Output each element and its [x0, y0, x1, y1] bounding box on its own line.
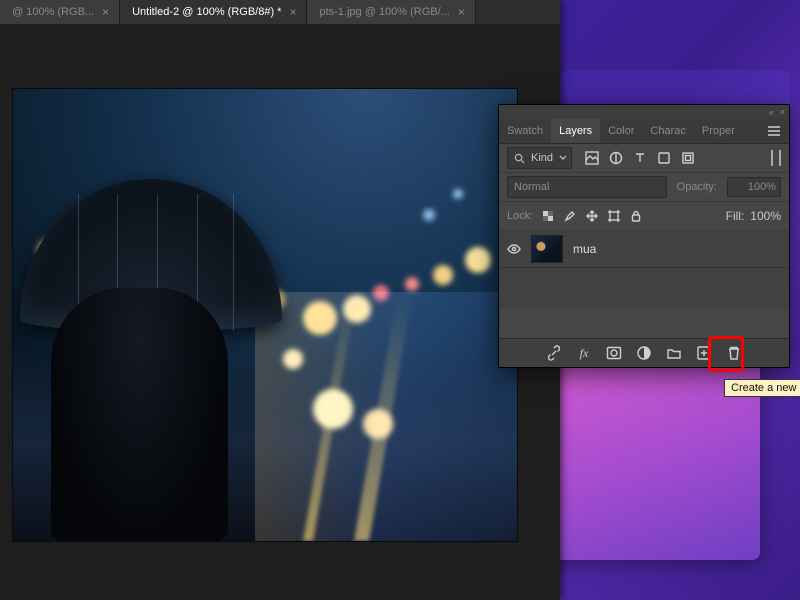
tab-label: Charac: [650, 125, 685, 137]
photo-bokeh: [283, 349, 303, 369]
screenshot-root: @ 100% (RGB... × Untitled-2 @ 100% (RGB/…: [0, 0, 800, 600]
layers-panel[interactable]: « × Swatch Layers Color Charac Proper Ki…: [498, 104, 790, 368]
layer-name[interactable]: mua: [573, 242, 596, 256]
umbrella-rib: [233, 194, 234, 331]
photo-bokeh: [363, 409, 393, 439]
lock-brush-icon[interactable]: [563, 209, 577, 223]
panel-tabs: Swatch Layers Color Charac Proper: [499, 119, 789, 144]
adjustment-layer-icon[interactable]: [635, 344, 653, 362]
photo-person-body: [51, 288, 228, 541]
chevron-down-icon: [559, 154, 567, 162]
lock-all-icon[interactable]: [629, 209, 643, 223]
canvas-area[interactable]: [0, 24, 560, 600]
trash-icon[interactable]: [725, 344, 743, 362]
panel-titlebar[interactable]: « ×: [499, 105, 789, 119]
tab-character[interactable]: Charac: [642, 119, 693, 143]
collapse-icon[interactable]: «: [769, 107, 774, 117]
lock-position-icon[interactable]: [585, 209, 599, 223]
fill-input[interactable]: 100%: [750, 209, 781, 223]
fill-value: 100%: [750, 209, 781, 223]
blend-mode-select[interactable]: Normal: [507, 176, 667, 198]
filter-type-text-icon[interactable]: [632, 150, 648, 166]
tab-properties[interactable]: Proper: [694, 119, 743, 143]
group-icon[interactable]: [665, 344, 683, 362]
new-layer-icon[interactable]: [695, 344, 713, 362]
document-canvas[interactable]: [12, 88, 518, 542]
photo-bokeh: [373, 285, 389, 301]
lock-row: Lock: Fill: 100%: [499, 202, 789, 231]
document-tab[interactable]: @ 100% (RGB... ×: [0, 0, 120, 24]
blend-mode-value: Normal: [514, 181, 549, 193]
tooltip: Create a new layer: [724, 379, 800, 397]
fill-label: Fill:: [726, 209, 745, 223]
opacity-input[interactable]: 100%: [727, 177, 781, 197]
close-icon[interactable]: ×: [780, 107, 785, 117]
lock-artboard-icon[interactable]: [607, 209, 621, 223]
filter-pixel-icon[interactable]: [584, 150, 600, 166]
layer-filter-row: Kind: [499, 144, 789, 173]
photoshop-window: @ 100% (RGB... × Untitled-2 @ 100% (RGB/…: [0, 0, 560, 600]
photo-bokeh: [453, 189, 463, 199]
layer-thumbnail[interactable]: [531, 235, 563, 263]
tab-layers[interactable]: Layers: [551, 119, 600, 143]
lock-transparency-icon[interactable]: [541, 209, 555, 223]
tooltip-text: Create a new layer: [731, 382, 800, 394]
close-icon[interactable]: ×: [102, 5, 109, 19]
tab-label: Proper: [702, 125, 735, 137]
photo-bokeh: [303, 301, 337, 335]
visibility-toggle[interactable]: [507, 242, 521, 256]
tab-color[interactable]: Color: [600, 119, 642, 143]
close-icon[interactable]: ×: [289, 5, 296, 19]
mask-icon[interactable]: [605, 344, 623, 362]
layer-row[interactable]: mua: [499, 231, 789, 268]
tab-label: Color: [608, 125, 634, 137]
close-icon[interactable]: ×: [458, 5, 465, 19]
link-layers-icon[interactable]: [545, 344, 563, 362]
document-tabs: @ 100% (RGB... × Untitled-2 @ 100% (RGB/…: [0, 0, 560, 25]
filter-kind-select[interactable]: Kind: [507, 147, 572, 169]
photo-bokeh: [423, 209, 435, 221]
photo-bokeh: [405, 277, 419, 291]
layers-list[interactable]: mua: [499, 231, 789, 309]
document-tab-active[interactable]: Untitled-2 @ 100% (RGB/8#) * ×: [120, 0, 307, 24]
layers-footer: fx: [499, 338, 789, 367]
filter-kind-label: Kind: [531, 152, 553, 164]
document-tab[interactable]: pts-1.jpg @ 100% (RGB/... ×: [307, 0, 475, 24]
filter-smartobject-icon[interactable]: [680, 150, 696, 166]
tab-label: Layers: [559, 125, 592, 137]
opacity-value: 100%: [748, 181, 776, 193]
filter-type-icons: [584, 150, 696, 166]
opacity-label: Opacity:: [677, 181, 717, 193]
document-tab-label: pts-1.jpg @ 100% (RGB/...: [319, 6, 449, 18]
filter-toggle[interactable]: [771, 150, 781, 166]
filter-adjustment-icon[interactable]: [608, 150, 624, 166]
document-tab-label: Untitled-2 @ 100% (RGB/8#) *: [132, 6, 281, 18]
photo-bokeh: [343, 295, 371, 323]
photo-bokeh: [433, 265, 453, 285]
tab-swatches[interactable]: Swatch: [499, 119, 551, 143]
tab-label: Swatch: [507, 125, 543, 137]
blend-row: Normal Opacity: 100%: [499, 173, 789, 202]
photo-subject: [33, 179, 255, 541]
document-tab-label: @ 100% (RGB...: [12, 6, 94, 18]
photo-bokeh: [313, 389, 353, 429]
filter-shape-icon[interactable]: [656, 150, 672, 166]
lock-label: Lock:: [507, 210, 533, 222]
fx-icon[interactable]: fx: [575, 344, 593, 362]
lock-controls: Lock:: [507, 209, 643, 223]
panel-menu-icon[interactable]: [759, 119, 789, 143]
photo-bokeh: [465, 247, 491, 273]
